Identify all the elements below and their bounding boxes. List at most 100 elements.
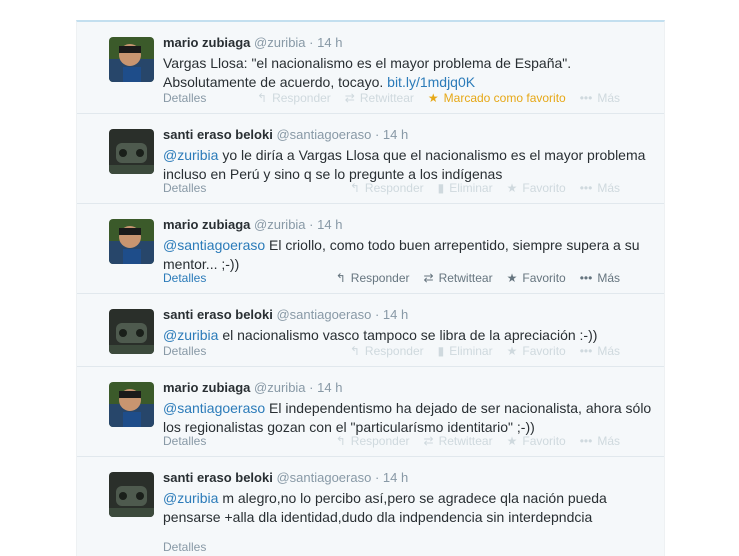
tweet-username[interactable]: @zuribia xyxy=(254,217,306,232)
tweet-fullname[interactable]: santi eraso beloki xyxy=(163,127,273,142)
tweet-text: @santiagoeraso El criollo, como todo bue… xyxy=(163,236,653,274)
reply-button[interactable]: ↰ Responder xyxy=(257,91,331,105)
more-label: Más xyxy=(597,344,620,358)
more-button[interactable]: ••• Más xyxy=(580,181,620,195)
tweet-text: @santiagoeraso El independentismo ha dej… xyxy=(163,399,653,437)
delete-button[interactable]: ▮ Eliminar xyxy=(438,181,493,195)
delete-label: Eliminar xyxy=(449,344,493,358)
tweet-line: el nacionalismo vasco tampoco se libra d… xyxy=(218,327,598,343)
reply-label: Responder xyxy=(272,91,331,105)
favorite-button[interactable]: ★ Favorito xyxy=(507,344,566,358)
more-button[interactable]: ••• Más xyxy=(580,271,620,285)
favorite-button[interactable]: ★ Favorito xyxy=(507,181,566,195)
tweet-fullname[interactable]: santi eraso beloki xyxy=(163,470,273,485)
details-link[interactable]: Detalles xyxy=(163,344,206,358)
tweet[interactable]: mario zubiaga @zuribia · 14 h Vargas Llo… xyxy=(77,22,664,114)
tweet-time[interactable]: 14 h xyxy=(383,127,408,142)
tweet-line: El criollo, como todo buen arrepentido, … xyxy=(265,237,640,253)
mention-link[interactable]: @zuribia xyxy=(163,327,218,343)
retweet-label: Retwittear xyxy=(359,91,414,105)
retweet-button[interactable]: ⇄ Retwittear xyxy=(424,271,493,285)
retweet-button[interactable]: ⇄ Retwittear xyxy=(424,434,493,448)
details-link[interactable]: Detalles xyxy=(163,181,206,195)
favorite-label: Marcado como favorito xyxy=(443,91,566,105)
more-icon: ••• xyxy=(579,434,593,448)
timeline: mario zubiaga @zuribia · 14 h Vargas Llo… xyxy=(76,20,665,556)
mention-link[interactable]: @santiagoeraso xyxy=(163,237,265,253)
tweet-username[interactable]: @santiagoeraso xyxy=(276,127,371,142)
mention-link[interactable]: @zuribia xyxy=(163,147,218,163)
favorite-button[interactable]: ★ Marcado como favorito xyxy=(428,91,566,105)
more-icon: ••• xyxy=(579,91,593,105)
tweet-username[interactable]: @zuribia xyxy=(254,35,306,50)
tweet-text: Vargas Llosa: "el nacionalismo es el may… xyxy=(163,54,653,92)
avatar[interactable] xyxy=(109,129,154,174)
separator: · xyxy=(309,380,314,395)
avatar[interactable] xyxy=(109,309,154,354)
tweet-fullname[interactable]: mario zubiaga xyxy=(163,35,250,50)
separator: · xyxy=(374,470,380,485)
tweet-username[interactable]: @zuribia xyxy=(254,380,306,395)
tweet-username[interactable]: @santiagoeraso xyxy=(276,470,371,485)
reply-icon: ↰ xyxy=(349,344,360,358)
details-link[interactable]: Detalles xyxy=(163,540,206,554)
tweet-fullname[interactable]: mario zubiaga xyxy=(163,380,250,395)
tweet-line: pensarse +alla dla identidad,dudo dla in… xyxy=(163,509,593,525)
tweet[interactable]: mario zubiaga @zuribia · 14 h @santiagoe… xyxy=(77,367,664,457)
reply-button[interactable]: ↰ Responder xyxy=(336,271,410,285)
reply-label: Responder xyxy=(364,344,424,358)
details-link[interactable]: Detalles xyxy=(163,271,206,285)
tweet-line: Absolutamente de acuerdo, tocayo. xyxy=(163,74,388,90)
trash-icon: ▮ xyxy=(437,181,445,195)
reply-icon: ↰ xyxy=(349,181,360,195)
reply-button[interactable]: ↰ Responder xyxy=(350,344,424,358)
avatar[interactable] xyxy=(109,382,154,427)
star-icon: ★ xyxy=(506,434,518,448)
tweet-text: @zuribia el nacionalismo vasco tampoco s… xyxy=(163,326,653,345)
mention-link[interactable]: @santiagoeraso xyxy=(163,400,265,416)
mention-link[interactable]: @zuribia xyxy=(163,490,218,506)
tweet-time[interactable]: 14 h xyxy=(317,217,342,232)
tweet-fullname[interactable]: mario zubiaga xyxy=(163,217,250,232)
star-icon: ★ xyxy=(506,344,518,358)
tweet-link[interactable]: bit.ly/1mdjq0K xyxy=(387,74,475,90)
retweet-button[interactable]: ⇄ Retwittear xyxy=(345,91,414,105)
tweet[interactable]: santi eraso beloki @santiagoeraso · 14 h… xyxy=(77,457,664,556)
retweet-label: Retwittear xyxy=(438,434,493,448)
reply-label: Responder xyxy=(350,271,410,285)
tweet-fullname[interactable]: santi eraso beloki xyxy=(163,307,273,322)
more-button[interactable]: ••• Más xyxy=(580,91,620,105)
more-button[interactable]: ••• Más xyxy=(580,344,620,358)
retweet-icon: ⇄ xyxy=(344,91,355,105)
star-icon: ★ xyxy=(506,271,518,285)
delete-button[interactable]: ▮ Eliminar xyxy=(438,344,493,358)
favorite-button[interactable]: ★ Favorito xyxy=(507,434,566,448)
tweet-line: yo le diría a Vargas Llosa que el nacion… xyxy=(218,147,646,163)
reply-label: Responder xyxy=(350,434,410,448)
tweet-username[interactable]: @santiagoeraso xyxy=(276,307,371,322)
retweet-label: Retwittear xyxy=(438,271,493,285)
details-link[interactable]: Detalles xyxy=(163,434,206,448)
reply-button[interactable]: ↰ Responder xyxy=(350,181,424,195)
reply-icon: ↰ xyxy=(257,91,268,105)
tweet[interactable]: santi eraso beloki @santiagoeraso · 14 h… xyxy=(77,294,664,367)
tweet[interactable]: santi eraso beloki @santiagoeraso · 14 h… xyxy=(77,114,664,204)
tweet-line: El independentismo ha dejado de ser naci… xyxy=(265,400,652,416)
tweet-time[interactable]: 14 h xyxy=(317,380,342,395)
tweet-time[interactable]: 14 h xyxy=(383,470,408,485)
retweet-icon: ⇄ xyxy=(423,271,434,285)
more-icon: ••• xyxy=(579,271,593,285)
tweet-time[interactable]: 14 h xyxy=(317,35,342,50)
avatar[interactable] xyxy=(109,37,154,82)
details-link[interactable]: Detalles xyxy=(163,91,206,105)
favorite-label: Favorito xyxy=(522,181,566,195)
favorite-button[interactable]: ★ Favorito xyxy=(507,271,566,285)
reply-button[interactable]: ↰ Responder xyxy=(336,434,410,448)
avatar[interactable] xyxy=(109,219,154,264)
reply-label: Responder xyxy=(364,181,424,195)
more-button[interactable]: ••• Más xyxy=(580,434,620,448)
tweet[interactable]: mario zubiaga @zuribia · 14 h @santiagoe… xyxy=(77,204,664,294)
tweet-text: @zuribia yo le diría a Vargas Llosa que … xyxy=(163,146,653,184)
tweet-time[interactable]: 14 h xyxy=(383,307,408,322)
avatar[interactable] xyxy=(109,472,154,517)
